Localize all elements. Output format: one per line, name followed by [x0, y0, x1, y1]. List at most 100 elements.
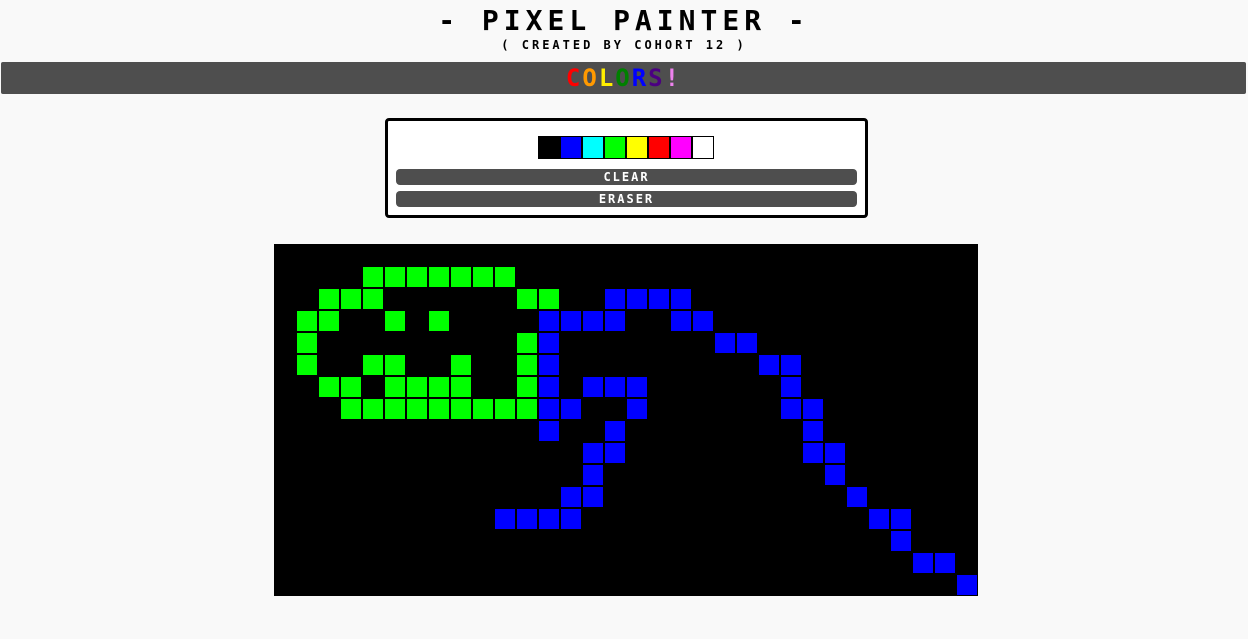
- painted-pixel[interactable]: [561, 509, 581, 529]
- painted-pixel[interactable]: [781, 377, 801, 397]
- swatch-yellow[interactable]: [626, 136, 648, 159]
- painted-pixel[interactable]: [539, 399, 559, 419]
- painted-pixel[interactable]: [627, 289, 647, 309]
- painted-pixel[interactable]: [517, 289, 537, 309]
- painted-pixel[interactable]: [781, 399, 801, 419]
- painted-pixel[interactable]: [517, 399, 537, 419]
- painted-pixel[interactable]: [693, 311, 713, 331]
- painted-pixel[interactable]: [539, 289, 559, 309]
- painted-pixel[interactable]: [539, 311, 559, 331]
- painted-pixel[interactable]: [605, 421, 625, 441]
- painted-pixel[interactable]: [363, 267, 383, 287]
- painted-pixel[interactable]: [517, 509, 537, 529]
- painted-pixel[interactable]: [473, 267, 493, 287]
- painted-pixel[interactable]: [517, 377, 537, 397]
- painted-pixel[interactable]: [847, 487, 867, 507]
- painted-pixel[interactable]: [649, 289, 669, 309]
- painted-pixel[interactable]: [495, 509, 515, 529]
- banner-letter: !: [664, 64, 682, 92]
- painted-pixel[interactable]: [891, 531, 911, 551]
- painted-pixel[interactable]: [473, 399, 493, 419]
- painted-pixel[interactable]: [495, 399, 515, 419]
- painted-pixel[interactable]: [561, 487, 581, 507]
- painted-pixel[interactable]: [385, 267, 405, 287]
- eraser-button[interactable]: ERASER: [396, 191, 857, 207]
- swatch-red[interactable]: [648, 136, 670, 159]
- painted-pixel[interactable]: [407, 377, 427, 397]
- painted-pixel[interactable]: [605, 311, 625, 331]
- painted-pixel[interactable]: [429, 311, 449, 331]
- painted-pixel[interactable]: [319, 311, 339, 331]
- painted-pixel[interactable]: [627, 377, 647, 397]
- painted-pixel[interactable]: [759, 355, 779, 375]
- painted-pixel[interactable]: [341, 289, 361, 309]
- painted-pixel[interactable]: [539, 509, 559, 529]
- painted-pixel[interactable]: [363, 355, 383, 375]
- painted-pixel[interactable]: [781, 355, 801, 375]
- painted-pixel[interactable]: [583, 465, 603, 485]
- painted-pixel[interactable]: [341, 399, 361, 419]
- painted-pixel[interactable]: [429, 377, 449, 397]
- clear-button[interactable]: CLEAR: [396, 169, 857, 185]
- painted-pixel[interactable]: [517, 355, 537, 375]
- painted-pixel[interactable]: [737, 333, 757, 353]
- painted-pixel[interactable]: [583, 377, 603, 397]
- painted-pixel[interactable]: [539, 421, 559, 441]
- painted-pixel[interactable]: [385, 355, 405, 375]
- painted-pixel[interactable]: [495, 267, 515, 287]
- app-title: - PIXEL PAINTER -: [438, 4, 810, 37]
- painted-pixel[interactable]: [297, 311, 317, 331]
- painted-pixel[interactable]: [385, 311, 405, 331]
- swatch-blue[interactable]: [560, 136, 582, 159]
- painted-pixel[interactable]: [715, 333, 735, 353]
- painted-pixel[interactable]: [957, 575, 977, 595]
- painted-pixel[interactable]: [605, 377, 625, 397]
- painted-pixel[interactable]: [539, 355, 559, 375]
- painted-pixel[interactable]: [429, 267, 449, 287]
- pixel-canvas[interactable]: [274, 244, 978, 596]
- painted-pixel[interactable]: [583, 487, 603, 507]
- painted-pixel[interactable]: [517, 333, 537, 353]
- painted-pixel[interactable]: [363, 399, 383, 419]
- painted-pixel[interactable]: [825, 465, 845, 485]
- painted-pixel[interactable]: [583, 443, 603, 463]
- painted-pixel[interactable]: [891, 509, 911, 529]
- painted-pixel[interactable]: [451, 267, 471, 287]
- painted-pixel[interactable]: [935, 553, 955, 573]
- swatch-black[interactable]: [538, 136, 560, 159]
- painted-pixel[interactable]: [803, 443, 823, 463]
- painted-pixel[interactable]: [671, 289, 691, 309]
- painted-pixel[interactable]: [297, 333, 317, 353]
- painted-pixel[interactable]: [671, 311, 691, 331]
- swatch-cyan[interactable]: [582, 136, 604, 159]
- swatch-white[interactable]: [692, 136, 714, 159]
- painted-pixel[interactable]: [385, 377, 405, 397]
- painted-pixel[interactable]: [803, 421, 823, 441]
- painted-pixel[interactable]: [627, 399, 647, 419]
- painted-pixel[interactable]: [539, 333, 559, 353]
- painted-pixel[interactable]: [825, 443, 845, 463]
- painted-pixel[interactable]: [803, 399, 823, 419]
- painted-pixel[interactable]: [297, 355, 317, 375]
- painted-pixel[interactable]: [451, 399, 471, 419]
- painted-pixel[interactable]: [869, 509, 889, 529]
- painted-pixel[interactable]: [385, 399, 405, 419]
- painted-pixel[interactable]: [363, 289, 383, 309]
- painted-pixel[interactable]: [451, 377, 471, 397]
- painted-pixel[interactable]: [561, 311, 581, 331]
- swatch-magenta[interactable]: [670, 136, 692, 159]
- painted-pixel[interactable]: [605, 289, 625, 309]
- painted-pixel[interactable]: [451, 355, 471, 375]
- painted-pixel[interactable]: [583, 311, 603, 331]
- painted-pixel[interactable]: [539, 377, 559, 397]
- painted-pixel[interactable]: [407, 399, 427, 419]
- painted-pixel[interactable]: [429, 399, 449, 419]
- painted-pixel[interactable]: [561, 399, 581, 419]
- painted-pixel[interactable]: [319, 289, 339, 309]
- painted-pixel[interactable]: [913, 553, 933, 573]
- painted-pixel[interactable]: [319, 377, 339, 397]
- painted-pixel[interactable]: [407, 267, 427, 287]
- painted-pixel[interactable]: [605, 443, 625, 463]
- painted-pixel[interactable]: [341, 377, 361, 397]
- swatch-lime[interactable]: [604, 136, 626, 159]
